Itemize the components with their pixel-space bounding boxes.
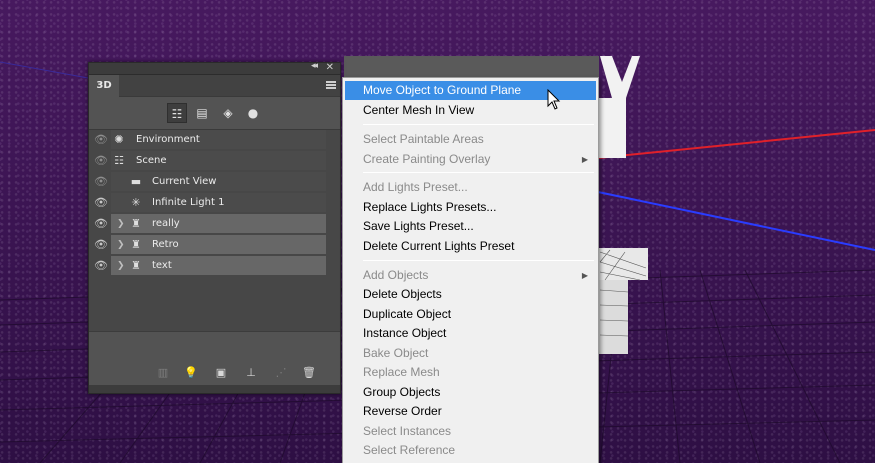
filter-toolbar: ☷ ▤ ◈ ●: [89, 97, 340, 127]
eye-icon[interactable]: 👁: [94, 214, 108, 234]
3d-panel: ◂◂ ✕ 3D ☷ ▤ ◈ ● 👁 ✺ Environment 👁 ☷ Scen…: [88, 61, 341, 394]
panel-tab-row: 3D: [89, 75, 340, 97]
menu-item-select-reference[interactable]: Select Reference: [345, 441, 596, 460]
menu-item-create-painting-overlay[interactable]: Create Painting Overlay ▶: [345, 150, 596, 169]
layer-row-text[interactable]: 👁 ❯ ♜ text: [89, 256, 326, 276]
mesh-icon: ♜: [131, 217, 141, 230]
menu-item-replace-mesh[interactable]: Replace Mesh: [345, 363, 596, 382]
menu-item-save-lights-preset[interactable]: Save Lights Preset...: [345, 217, 596, 236]
x-axis-line: [597, 129, 875, 159]
render-icon[interactable]: ▥: [155, 365, 171, 381]
context-menu: Move Object to Ground Plane Center Mesh …: [342, 77, 599, 463]
menu-item-select-paintable-areas[interactable]: Select Paintable Areas: [345, 130, 596, 149]
add-light-icon[interactable]: 💡: [183, 365, 199, 381]
eye-icon[interactable]: 👁: [94, 193, 108, 213]
menu-separator: [363, 172, 594, 173]
menu-item-label: Add Objects: [363, 268, 429, 282]
materials-filter-icon[interactable]: ◈: [218, 103, 238, 123]
mesh-icon: ♜: [131, 259, 141, 272]
menu-item-group-objects[interactable]: Group Objects: [345, 383, 596, 402]
eye-icon[interactable]: 👁: [94, 256, 108, 276]
eye-icon[interactable]: 👁: [94, 151, 108, 171]
submenu-arrow-icon: ▶: [581, 155, 588, 164]
panel-bottom-toolbar: ▥ 💡 ▣ ⊥ ⋰ 🗑: [89, 363, 340, 385]
panel-menu-icon[interactable]: [326, 81, 336, 89]
menu-item-reverse-order[interactable]: Reverse Order: [345, 402, 596, 421]
submenu-arrow-icon: ▶: [581, 271, 588, 280]
layer-label: really: [152, 218, 180, 229]
menu-item-delete-current-lights-preset[interactable]: Delete Current Lights Preset: [345, 237, 596, 256]
panel-divider: [89, 331, 340, 363]
menu-item-instance-object[interactable]: Instance Object: [345, 324, 596, 343]
panel-titlebar[interactable]: ◂◂ ✕: [89, 61, 340, 75]
menu-item-label: Create Painting Overlay: [363, 152, 491, 166]
camera-icon: ▬: [130, 175, 142, 188]
layer-label: text: [152, 260, 172, 271]
move-to-ground-icon[interactable]: ⊥: [243, 365, 259, 381]
add-constraint-icon[interactable]: ▣: [213, 365, 229, 381]
split-mesh-icon[interactable]: ⋰: [273, 365, 289, 381]
menu-item-select-instances[interactable]: Select Instances: [345, 422, 596, 441]
menu-separator: [363, 124, 594, 125]
scene-icon: ☷: [114, 154, 124, 167]
menu-item-bake-object[interactable]: Bake Object: [345, 344, 596, 363]
whole-scene-filter-icon[interactable]: ☷: [167, 103, 187, 123]
eye-icon[interactable]: 👁: [94, 172, 108, 192]
close-icon[interactable]: ✕: [326, 62, 334, 73]
menu-item-delete-objects[interactable]: Delete Objects: [345, 285, 596, 304]
menu-item-add-objects[interactable]: Add Objects ▶: [345, 266, 596, 285]
meshes-filter-icon[interactable]: ▤: [192, 103, 212, 123]
layer-row-environment[interactable]: 👁 ✺ Environment: [89, 130, 326, 150]
layer-label: Environment: [136, 134, 200, 145]
menu-item-duplicate-object[interactable]: Duplicate Object: [345, 305, 596, 324]
lights-filter-icon[interactable]: ●: [243, 103, 263, 123]
z-axis-line: [597, 191, 875, 251]
environment-icon: ✺: [114, 133, 124, 146]
tab-3d[interactable]: 3D: [89, 75, 119, 97]
layer-row-current-view[interactable]: 👁 ▬ Current View: [89, 172, 326, 192]
layer-row-infinite-light[interactable]: 👁 ✳ Infinite Light 1: [89, 193, 326, 213]
layer-row-really[interactable]: 👁 ❯ ♜ really: [89, 214, 326, 234]
scene-layer-list: 👁 ✺ Environment 👁 ☷ Scene 👁 ▬ Current Vi…: [89, 129, 340, 331]
expand-chevron-icon[interactable]: ❯: [117, 214, 125, 234]
delete-trash-icon[interactable]: 🗑: [301, 365, 317, 381]
mesh-icon: ♜: [131, 238, 141, 251]
layer-label: Scene: [136, 155, 167, 166]
panel-footer: [89, 385, 340, 393]
expand-chevron-icon[interactable]: ❯: [117, 235, 125, 255]
layer-label: Infinite Light 1: [152, 197, 225, 208]
layer-label: Current View: [152, 176, 217, 187]
mouse-pointer-icon: [547, 89, 561, 110]
eye-icon[interactable]: 👁: [94, 235, 108, 255]
menu-item-replace-lights-presets[interactable]: Replace Lights Presets...: [345, 198, 596, 217]
menu-item-add-lights-preset[interactable]: Add Lights Preset...: [345, 178, 596, 197]
layer-row-scene[interactable]: 👁 ☷ Scene: [89, 151, 326, 171]
eye-icon[interactable]: 👁: [94, 130, 108, 150]
menu-separator: [363, 260, 594, 261]
layer-label: Retro: [152, 239, 179, 250]
expand-chevron-icon[interactable]: ❯: [117, 256, 125, 276]
collapse-icon[interactable]: ◂◂: [311, 61, 318, 71]
light-icon: ✳: [131, 196, 141, 209]
layer-row-retro[interactable]: 👁 ❯ ♜ Retro: [89, 235, 326, 255]
